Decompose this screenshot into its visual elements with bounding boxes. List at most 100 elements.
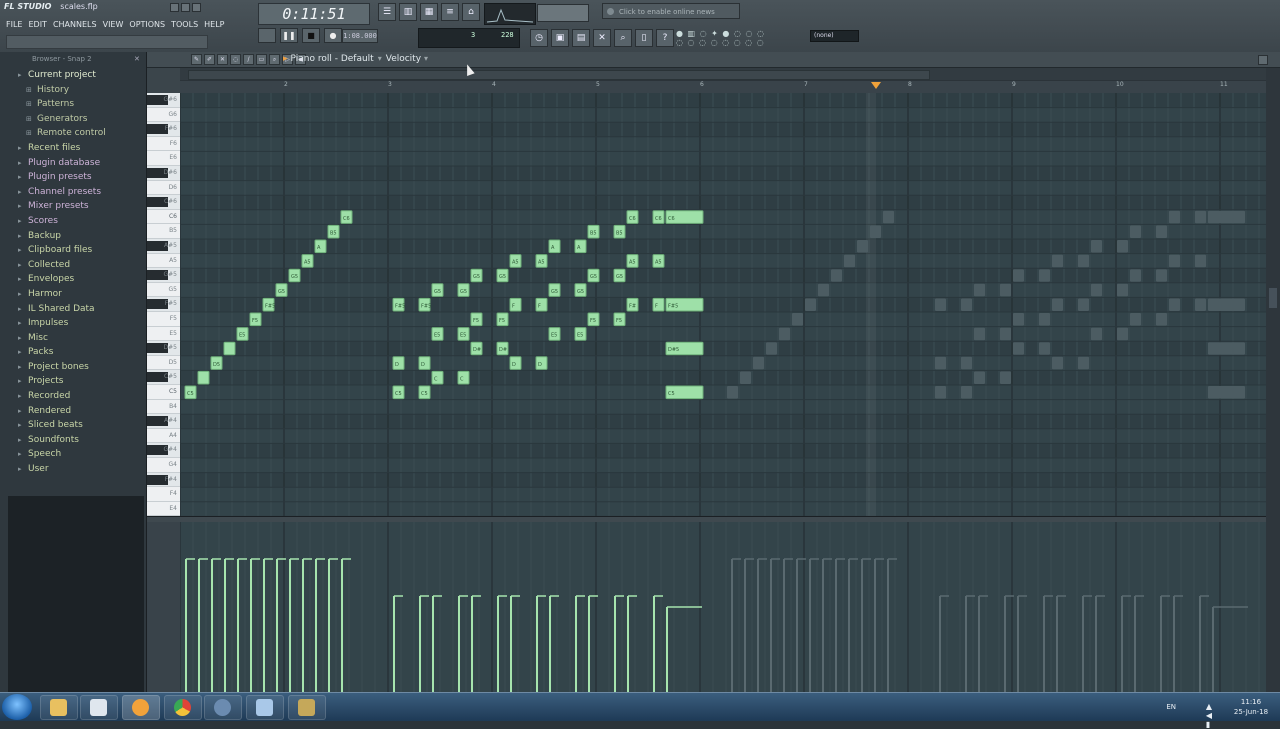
note-label[interactable]: F5 [473,318,479,324]
ghost-note[interactable] [740,371,751,384]
maximize-icon[interactable] [181,3,190,12]
browser-item[interactable]: ▸ Rendered [0,404,145,419]
news-panel[interactable]: Click to enable online news [602,3,740,19]
note-label[interactable]: F#5 [421,303,431,309]
menu-view[interactable]: VIEW [103,20,124,29]
flstudio-app-2[interactable] [288,695,326,720]
ghost-note[interactable] [1013,342,1024,355]
scrollbar-thumb[interactable] [1269,288,1277,308]
ghost-note[interactable] [1195,210,1206,224]
ghost-note[interactable] [974,327,985,341]
note-label[interactable]: A5 [512,260,519,266]
ghost-note[interactable] [1013,269,1024,282]
note-label[interactable]: C6 [668,216,675,222]
menu-help[interactable]: HELP [204,20,224,29]
ghost-note[interactable] [1078,254,1089,268]
note-label[interactable]: G5 [278,289,285,295]
scrollbar-thumb[interactable] [188,70,930,80]
stop-button[interactable]: ■ [302,28,320,43]
pattern-song-toggle[interactable] [258,28,276,43]
help-icon[interactable]: ? [656,29,674,47]
ghost-note[interactable] [961,386,972,399]
ghost-note[interactable] [1091,240,1102,253]
note-label[interactable]: B5 [330,230,337,236]
zoom-icon[interactable]: ⌕ [269,54,280,65]
note-label[interactable]: E5 [434,333,440,339]
ghost-note[interactable] [753,356,764,370]
ghost-note[interactable] [818,283,829,297]
ghost-note[interactable] [1000,283,1011,297]
piano-key[interactable]: G5 [147,283,180,298]
note-label[interactable]: G5 [499,274,506,280]
browser-item[interactable]: ▸ Speech [0,447,145,462]
browser-item[interactable]: ⊞ Remote control [0,126,145,141]
ghost-note[interactable] [1195,298,1206,311]
note-label[interactable]: F5 [499,318,505,324]
browser-item[interactable]: ▸ Harmor [0,287,145,302]
record-button[interactable]: ● [324,28,342,43]
note-label[interactable]: G5 [291,274,298,280]
piano-key[interactable]: D#5 [147,341,180,356]
browser-item[interactable]: ▸ Current project [0,68,145,83]
output-selector[interactable]: (none) [810,30,859,42]
piano-key[interactable]: F#4 [147,472,180,488]
browser-item[interactable]: ▸ Sliced beats [0,418,145,433]
browser-item[interactable]: ⊞ Patterns [0,97,145,112]
piano-key[interactable]: G#6 [147,93,180,108]
piano-key[interactable]: A4 [147,429,180,444]
note-label[interactable]: F5 [252,318,258,324]
ghost-note[interactable] [935,386,946,399]
menu-file[interactable]: FILE [6,20,22,29]
tempo-display[interactable]: 1:08.000 [342,29,378,43]
piano-key[interactable]: D6 [147,181,180,196]
browser-item[interactable]: ▸ Backup [0,229,145,244]
note-label[interactable]: D5 [213,362,220,368]
piano-key[interactable]: F4 [147,487,180,502]
note-label[interactable]: A5 [629,260,636,266]
wait-icon[interactable]: ▣ [551,29,569,47]
piano-key[interactable]: A#4 [147,414,180,429]
browser-item[interactable]: ▸ IL Shared Data [0,302,145,317]
ghost-note[interactable] [1091,327,1102,341]
note-grid[interactable]: C5 D5 E5 F5 F#5 G5 G5 A5 A B5 C6 C5 D F#5 C5 D F#5 C E5 G5 C… [180,93,1266,516]
note-label[interactable]: C6 [629,216,636,222]
note-label[interactable]: A5 [655,260,662,266]
browser-item[interactable]: ▸ Clipboard files [0,243,145,258]
close-icon[interactable] [192,3,201,12]
ghost-note[interactable] [1130,313,1141,326]
menu-options[interactable]: OPTIONS [129,20,165,29]
ghost-note[interactable] [870,225,881,238]
menu-channels[interactable]: CHANNELS [53,20,97,29]
ghost-note[interactable] [1130,225,1141,238]
note-label[interactable]: E5 [577,333,583,339]
note-label[interactable]: F#5 [668,303,678,309]
browser-item[interactable]: ▸ Misc [0,331,145,346]
ghost-note[interactable] [779,327,790,341]
piano-key[interactable]: F#5 [147,297,180,312]
close-icon[interactable] [1258,55,1268,65]
browser-item[interactable]: ▸ Packs [0,345,145,360]
ghost-note[interactable] [1078,356,1089,370]
note[interactable] [197,370,210,385]
note-label[interactable]: F [538,303,541,309]
chrome-app[interactable] [164,695,202,720]
piano-roll-icon[interactable]: ▥ [399,3,417,21]
countdown-icon[interactable]: ▤ [572,29,590,47]
note-label[interactable]: D#5 [668,347,679,353]
note[interactable] [223,341,236,356]
piano-key[interactable]: F6 [147,137,180,152]
horizontal-scrollbar[interactable] [180,68,1266,80]
ghost-note[interactable] [935,356,946,370]
piano-key[interactable]: C5 [147,385,180,400]
velocity-editor[interactable] [180,522,1266,692]
note-label[interactable]: C [434,376,438,382]
ghost-note[interactable] [831,269,842,282]
note-label[interactable]: C6 [343,216,350,222]
ghost-note[interactable] [1208,298,1245,311]
ghost-note[interactable] [1000,327,1011,341]
browser-item[interactable]: ▸ Recorded [0,389,145,404]
ghost-note[interactable] [1117,283,1128,297]
note-label[interactable]: G5 [590,274,597,280]
browser-item[interactable]: ▸ Mixer presets [0,199,145,214]
piano-key[interactable]: D5 [147,356,180,371]
